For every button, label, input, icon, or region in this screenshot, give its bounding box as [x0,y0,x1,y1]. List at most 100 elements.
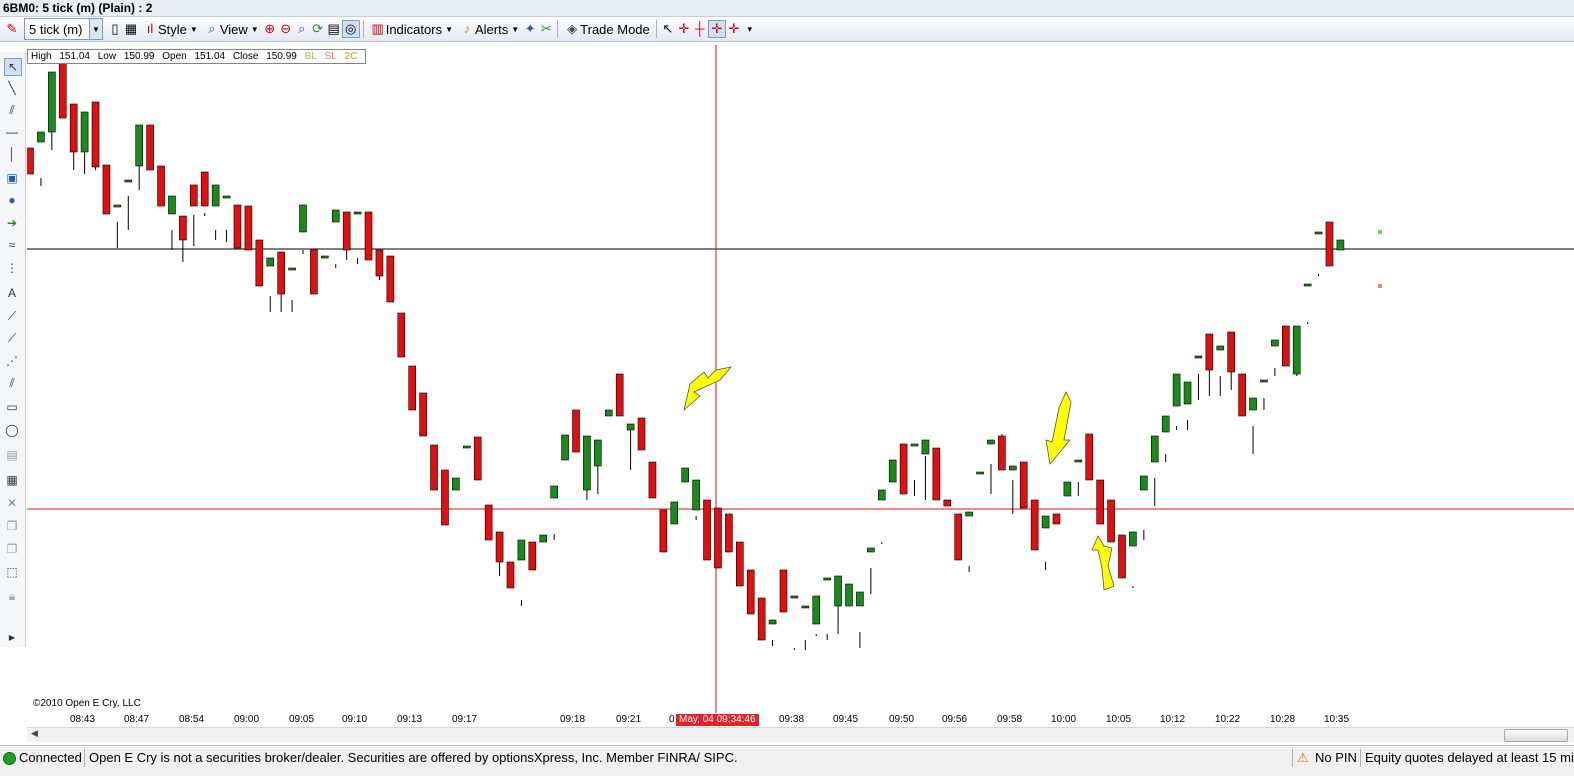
select-area-tool-icon[interactable]: ⬚ [4,564,20,580]
text-tool-icon[interactable]: A [4,285,20,301]
hline-tool-icon[interactable]: — [4,124,20,140]
arrow-tool-icon[interactable]: ➔ [4,215,20,231]
note-tool-icon[interactable]: ▣ [4,170,20,186]
candle-body [834,575,842,607]
fib-tool-icon[interactable]: ⋮ [4,260,20,276]
chevron-down-icon[interactable]: ▼ [89,19,102,39]
candle-body [921,439,930,455]
annotation-arrow-2 [1045,391,1072,465]
crosshair-toggle-icon[interactable]: ◎ [341,20,360,38]
tools-icon[interactable]: ✂ [538,21,554,37]
zoom-in-icon[interactable]: ⊕ [262,21,278,37]
fan-tool-icon[interactable]: ⋰ [4,353,20,369]
candle-body [1303,283,1312,287]
low-label: Low [97,51,117,62]
candle-body [1041,515,1050,529]
candle-body [69,103,78,153]
candle-body [353,211,362,215]
channel-tool-icon[interactable]: ⫽ [4,102,20,118]
crosshair-dot-icon[interactable]: ✛ [726,21,742,37]
grid-icon[interactable]: ▦ [123,21,139,37]
window-title: 6BM0: 5 tick (m) (Plain) : 2 [0,0,1574,17]
indicators-button[interactable]: ▥ Indicators ▼ [367,18,456,40]
interval-select[interactable]: 5 tick (m) ▼ [24,18,103,40]
page-icon[interactable]: ▯ [107,21,123,37]
candle-body [1150,435,1159,463]
stack-tool-icon[interactable]: ❐ [4,518,20,534]
candle-body [102,164,111,215]
candle-body [528,541,537,571]
candle-body [856,591,864,607]
candle-body [899,443,908,495]
candle-body [321,255,329,259]
candle-body [386,255,395,303]
overflow-icon[interactable]: ▾ [742,21,758,37]
candle-body [179,215,187,241]
pin-icon[interactable]: ✎ [4,21,20,37]
candle-body [594,439,602,467]
chart-area[interactable] [26,45,1574,713]
disclaimer-text: Open E Cry is not a securities broker/de… [89,750,738,765]
ellipse-tool-icon[interactable]: ◯ [4,422,20,438]
view-button[interactable]: ⌕ View ▼ [201,18,262,40]
scroll-left-icon[interactable]: ◀ [31,728,38,739]
candle-body [288,267,296,271]
copy-tool-icon[interactable]: ▤ [4,447,20,463]
horizontal-scrollbar[interactable]: ◀ [27,727,1574,742]
candle-body [37,131,45,143]
close-value: 150.99 [266,51,297,62]
scroll-thumb[interactable] [1504,729,1568,742]
doc-icon[interactable]: ▤ [326,21,342,37]
zoom-out-icon[interactable]: ⊖ [278,21,294,37]
rectangle-tool-icon[interactable]: ▭ [4,399,20,415]
bell-icon: ♪ [463,21,471,36]
time-axis-label: 09:21 [616,714,642,725]
candle-body [255,239,264,287]
lock-icon[interactable]: 🔒︎ [4,588,20,604]
pointer-icon[interactable]: ↖ [660,21,676,37]
gann-tool-icon[interactable]: ⟋ [4,330,20,346]
crosshair-active-icon[interactable]: ✛ [707,20,726,38]
refresh-icon[interactable]: ⟳ [310,21,326,37]
bubble-tool-icon[interactable]: ● [4,192,20,208]
stack2-tool-icon[interactable]: ❐ [4,541,20,557]
vline-tool-icon[interactable]: │ [4,146,20,162]
chart-toolbar: ✎ 5 tick (m) ▼ ▯ ▦ ıl Style ▼ ⌕ View ▼ ⊕ ⊖… [0,17,1574,42]
select-tool-icon[interactable]: ↖ [4,58,22,76]
candle-body [681,467,690,483]
satellite-icon[interactable]: ✦ [522,21,538,37]
style-button[interactable]: ıl Style ▼ [139,18,201,40]
pitchfork-tool-icon[interactable]: ⟋ [4,308,20,324]
candle-body [266,257,275,267]
properties-tool-icon[interactable]: ▦ [4,472,20,488]
candle-body [1325,221,1334,267]
sl-label: SL [324,51,337,62]
candle-body [462,445,471,449]
candle-body [725,513,733,553]
low-value: 150.99 [123,51,155,62]
cursor-time-prefix: 0 [669,714,675,725]
time-axis-label: 09:05 [289,714,315,725]
trade-mode-button[interactable]: ◈ Trade Mode [561,18,653,40]
crosshair-icon[interactable]: ✛ [676,21,692,37]
alerts-button[interactable]: ♪ Alerts ▼ [456,18,522,40]
connected-icon [3,752,16,765]
candle-body [473,436,482,481]
candle-body [768,619,777,625]
line-tool-icon[interactable]: ╲ [4,80,20,96]
candle-body [113,204,122,208]
price-chart[interactable] [26,45,1574,713]
candle-body [1205,333,1214,371]
wave-tool-icon[interactable]: ≈ [4,237,20,253]
zoom-menu-icon[interactable]: ⌕ [294,21,310,37]
connected-status: Connected [19,750,82,765]
parallel-tool-icon[interactable]: ⫽ [4,375,20,391]
crosshair-alt-icon[interactable]: ┼ [692,21,708,37]
candle-body [1249,397,1257,411]
candle-body [659,509,668,553]
candle-body [233,204,242,249]
delete-tool-icon[interactable]: ✕ [4,495,20,511]
candle-body [692,479,700,511]
expand-icon[interactable]: ▶ [4,630,20,646]
candle-body [877,489,886,501]
